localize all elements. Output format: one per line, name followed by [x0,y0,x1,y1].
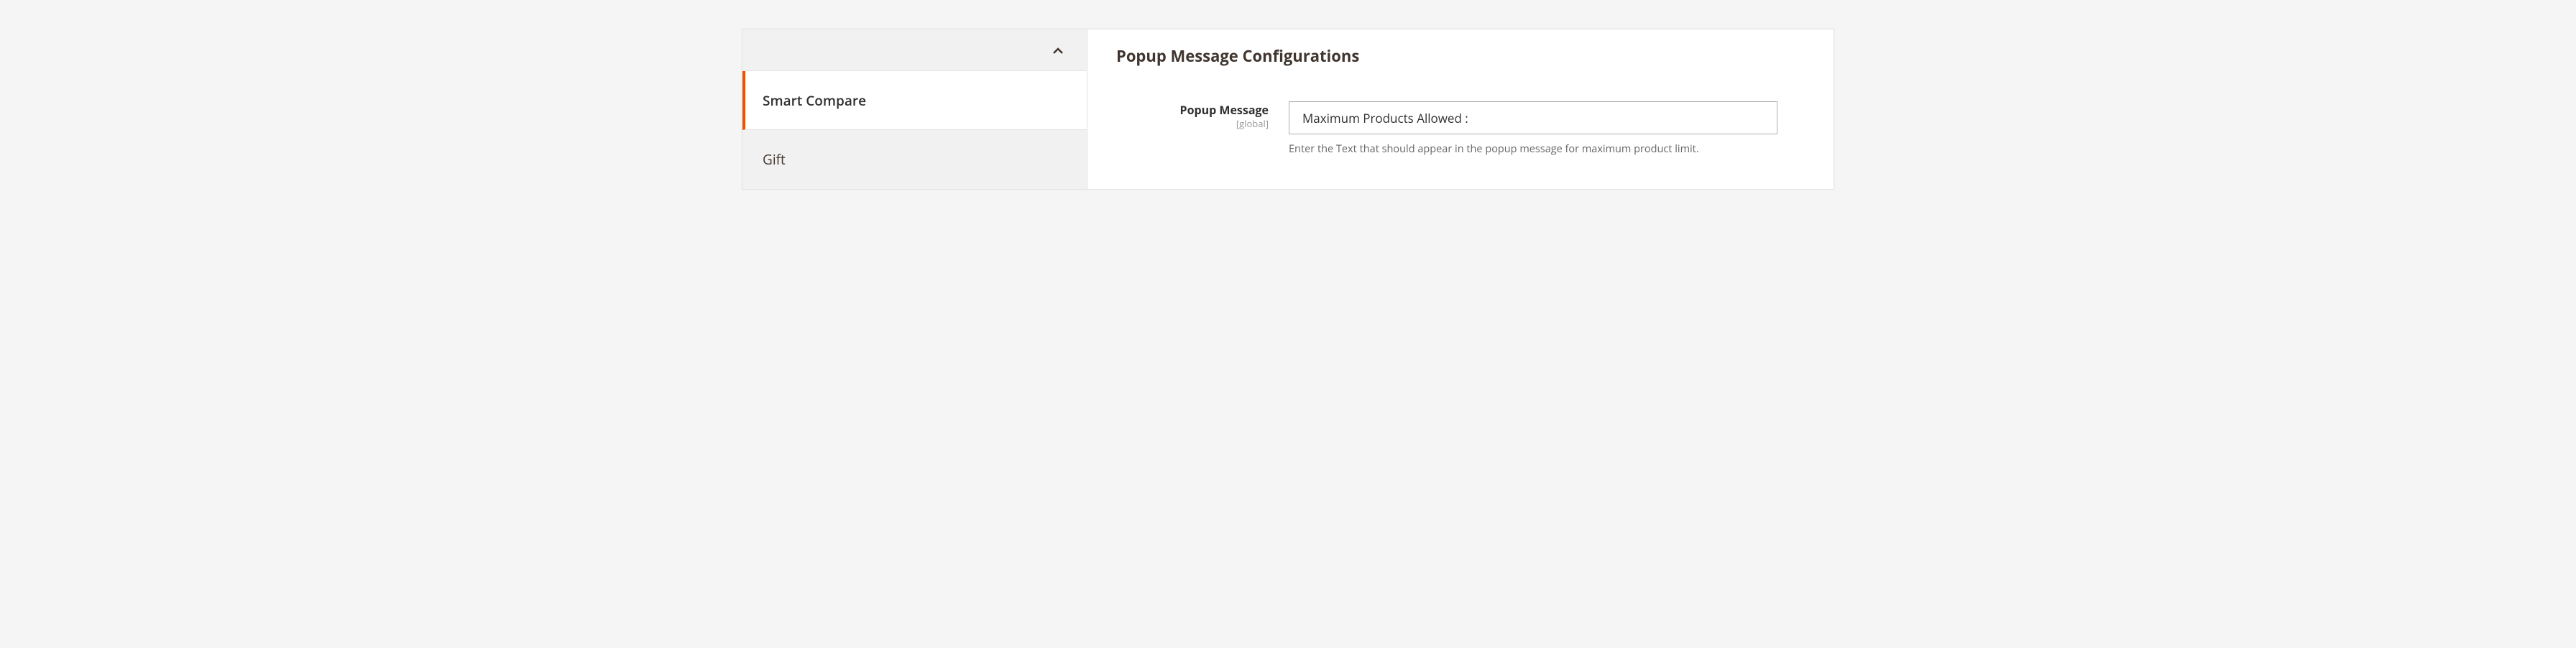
content-area: Popup Message Configurations Popup Messa… [1087,29,1834,189]
helper-text: Enter the Text that should appear in the… [1289,142,1777,157]
label-column: Popup Message [global] [1116,101,1289,130]
sidebar-collapse-toggle[interactable] [742,29,1087,71]
input-column: Enter the Text that should appear in the… [1289,101,1777,157]
sidebar-item-gift[interactable]: Gift [742,130,1087,189]
sidebar: Smart Compare Gift [742,29,1087,189]
chevron-up-icon [1052,45,1064,56]
sidebar-item-smart-compare[interactable]: Smart Compare [742,71,1087,130]
section-title: Popup Message Configurations [1116,45,1805,67]
form-row-popup-message: Popup Message [global] Enter the Text th… [1116,101,1805,157]
field-label: Popup Message [1116,103,1269,118]
field-scope: [global] [1116,118,1269,130]
popup-message-input[interactable] [1289,101,1777,134]
config-panel: Smart Compare Gift Popup Message Configu… [742,29,1834,190]
sidebar-item-label: Smart Compare [763,91,866,110]
sidebar-item-label: Gift [763,150,786,169]
